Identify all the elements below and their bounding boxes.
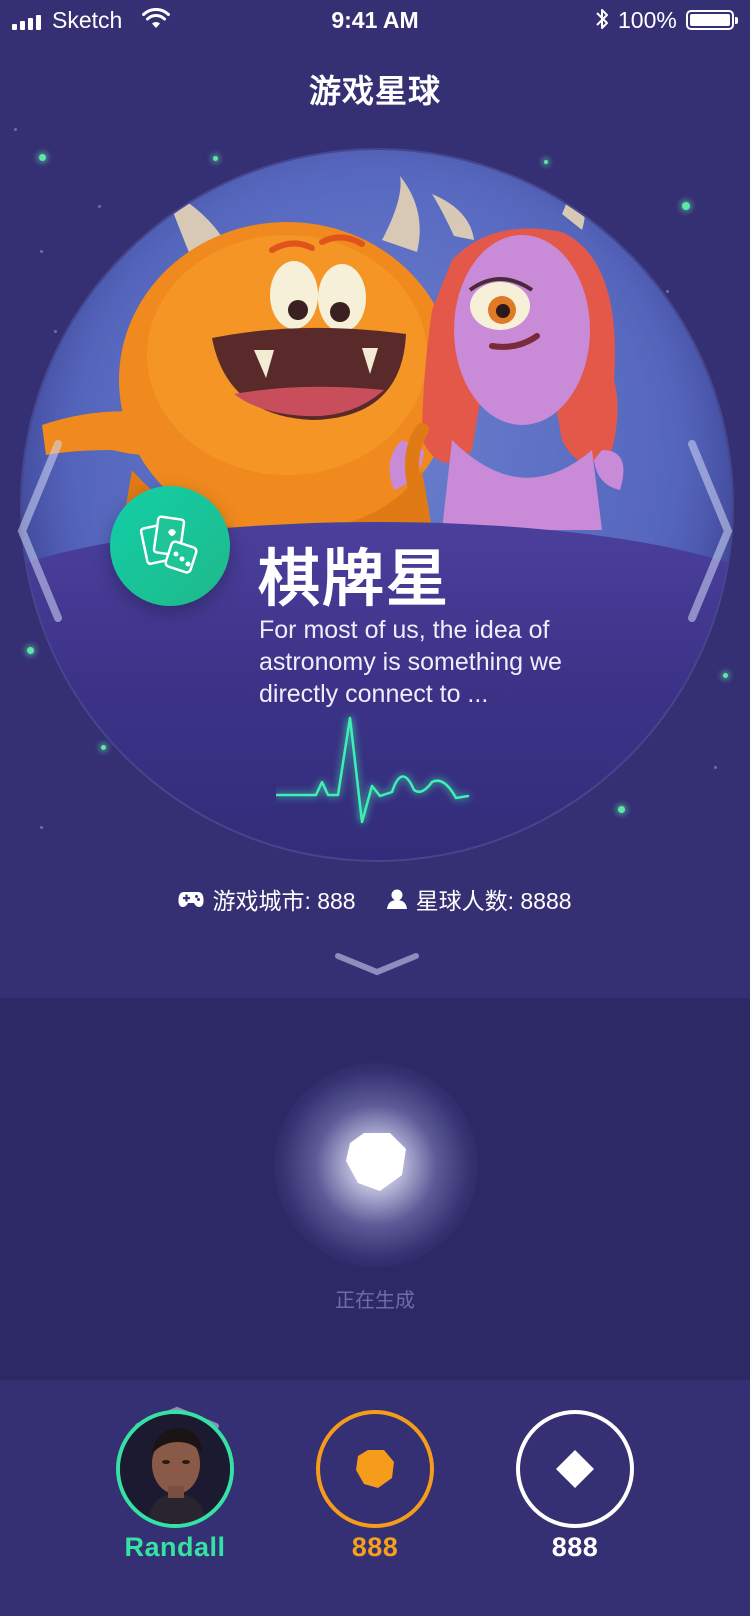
coins-count: 888 [351,1532,399,1562]
page-title: 游戏星球 [308,73,441,109]
coins-button[interactable]: 888 [310,1410,440,1563]
user-profile-button[interactable]: Randall [110,1410,240,1563]
chevron-right-icon[interactable] [684,438,736,624]
user-name: Randall [124,1532,226,1562]
avatar[interactable] [116,1410,234,1528]
avatar-photo [120,1414,230,1524]
planet-stats: 游戏城市: 888 星球人数: 8888 [0,882,750,916]
gem-icon[interactable] [344,1131,408,1193]
cards-dice-icon [139,515,198,574]
bottom-bar: Randall 888 888 [0,1380,750,1616]
generation-status: 正在生成 [335,1290,415,1312]
status-bar: Sketch 9:41 AM 100% [0,0,750,40]
planet-name: 棋牌星 [258,545,451,614]
diamond-icon [556,1450,594,1488]
stat-cities: 游戏城市: 888 [178,882,356,916]
person-icon [386,889,407,909]
diamonds-count: 888 [551,1532,599,1562]
coins-circle[interactable] [316,1410,434,1528]
stat-population-label: 星球人数: 8888 [415,888,572,914]
diamonds-circle[interactable] [516,1410,634,1528]
gamepad-icon [178,892,204,907]
chevron-down-icon[interactable] [334,950,420,978]
diamonds-button[interactable]: 888 [510,1410,640,1563]
bluetooth-icon [596,9,608,29]
stat-cities-label: 游戏城市: 888 [212,888,356,914]
game-planet-screen: Sketch 9:41 AM 100% 游戏星球 棋牌星 For most of… [0,0,750,1616]
heartbeat-icon [276,716,470,824]
battery-icon [686,10,738,30]
chevron-left-icon[interactable] [14,438,66,624]
coin-icon [356,1450,394,1488]
stat-population: 星球人数: 8888 [386,882,572,916]
planet-category-badge [110,486,230,606]
star-dot [14,128,17,131]
battery-percent: 100% [618,7,677,33]
planet-description: For most of us, the idea of astronomy is… [259,616,562,708]
generation-panel: 正在生成 [0,998,750,1380]
